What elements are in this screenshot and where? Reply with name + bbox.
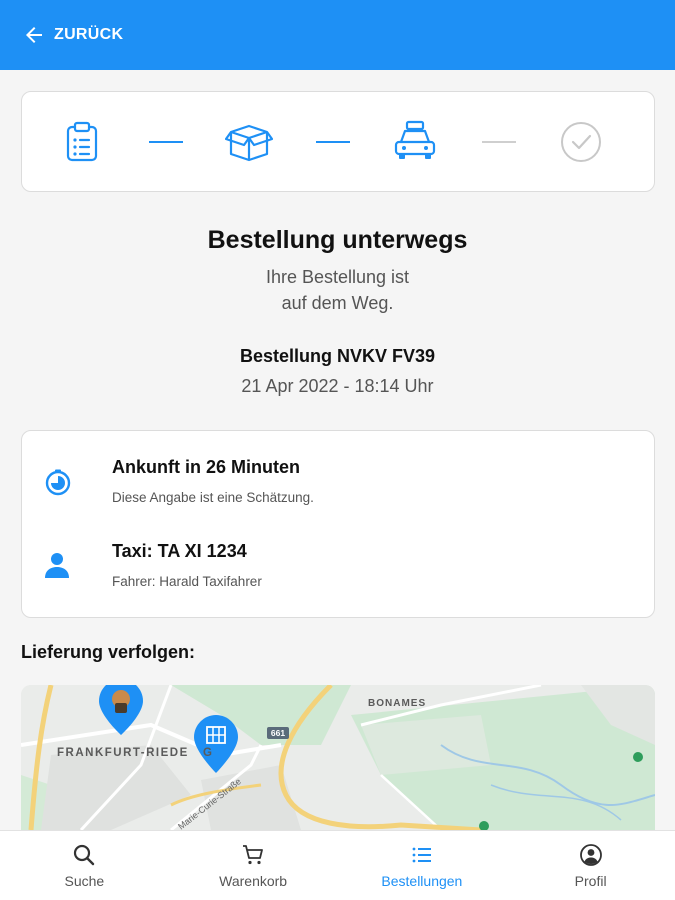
status-subtitle-line: Ihre Bestellung ist bbox=[265, 267, 410, 287]
tracking-label: Lieferung verfolgen: bbox=[21, 642, 196, 662]
status-subtitle-line: auf dem Weg. bbox=[281, 293, 394, 313]
driver-name: Fahrer: Harald Taxifahrer bbox=[112, 574, 262, 589]
nav-item-profile[interactable]: Profil bbox=[506, 831, 675, 900]
arrow-left-icon bbox=[26, 27, 42, 43]
status-subtitle: Ihre Bestellung ist auf dem Weg. bbox=[0, 264, 675, 316]
order-date: 21 Apr 2022 - 18:14 Uhr bbox=[241, 376, 434, 396]
search-icon bbox=[74, 844, 95, 865]
road-shield-label: 661 bbox=[271, 728, 285, 738]
taxi-plate: Taxi: TA XI 1234 bbox=[112, 541, 247, 561]
map-district-label: FRANKFURT-RIEDE bbox=[57, 747, 189, 759]
status-title: Bestellung unterwegs bbox=[207, 226, 468, 254]
taxi-icon bbox=[394, 120, 436, 159]
nav-label: Bestellungen bbox=[381, 872, 463, 889]
profile-icon bbox=[579, 843, 602, 866]
nav-label: Suche bbox=[64, 872, 105, 889]
person-icon bbox=[45, 553, 69, 578]
nav-label: Warenkorb bbox=[219, 872, 288, 889]
back-button[interactable]: ZURÜCK bbox=[22, 23, 123, 47]
open-box-icon bbox=[225, 124, 273, 162]
arrival-title: Ankunft in 26 Minuten bbox=[112, 457, 300, 477]
back-label: ZURÜCK bbox=[54, 26, 124, 43]
order-number: Bestellung NVKV FV39 bbox=[239, 346, 436, 366]
delivery-info-card: Ankunft in 26 Minuten Diese Angabe ist e… bbox=[21, 430, 655, 618]
step-connector bbox=[482, 141, 516, 143]
tracking-map[interactable]: 661 Marie-Curie-Straße FRANKFURT-RIEDE G… bbox=[21, 685, 655, 830]
map-area-label: BONAMES bbox=[368, 698, 427, 709]
step-connector bbox=[316, 141, 350, 143]
step-connector bbox=[149, 141, 183, 143]
map-district-label-tail: G bbox=[203, 747, 214, 759]
timer-icon bbox=[45, 469, 71, 496]
app-bar: ZURÜCK bbox=[0, 0, 675, 70]
arrival-note: Diese Angabe ist eine Schätzung. bbox=[112, 490, 314, 505]
check-circle-icon bbox=[561, 122, 601, 162]
bottom-navigation: Suche Warenkorb Bestellungen Profil bbox=[0, 830, 675, 900]
list-icon bbox=[412, 847, 431, 862]
nav-label: Profil bbox=[574, 872, 607, 889]
nav-item-cart[interactable]: Warenkorb bbox=[169, 831, 338, 900]
clipboard-list-icon bbox=[66, 121, 98, 162]
nav-item-search[interactable]: Suche bbox=[0, 831, 169, 900]
cart-icon bbox=[243, 844, 264, 864]
nav-item-orders[interactable]: Bestellungen bbox=[338, 831, 507, 900]
